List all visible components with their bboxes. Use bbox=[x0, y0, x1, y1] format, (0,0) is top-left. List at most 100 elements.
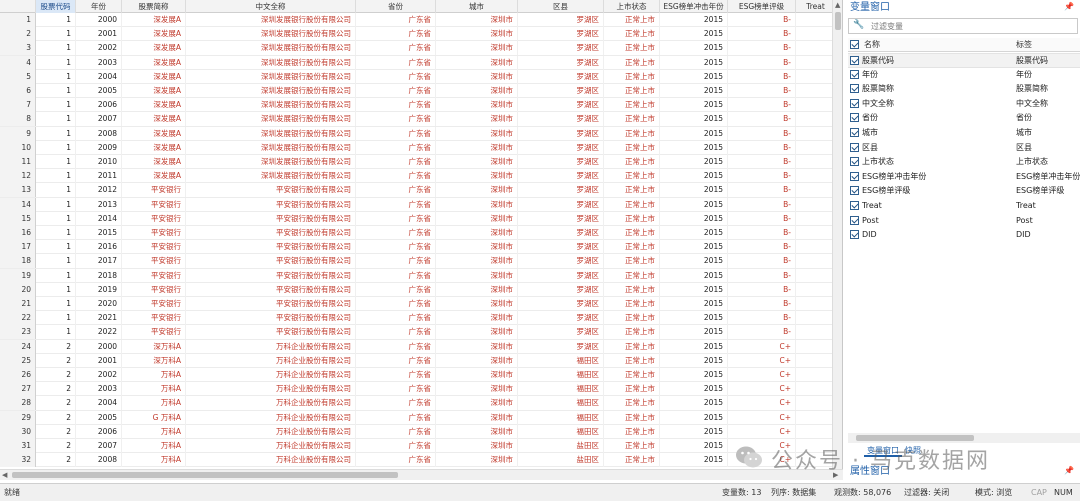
cell-listing-status[interactable]: 正常上市 bbox=[604, 55, 660, 70]
cell-esg-grade[interactable]: C+ bbox=[728, 339, 796, 354]
row-number[interactable]: 18 bbox=[0, 254, 36, 269]
cell-district[interactable]: 罗湖区 bbox=[518, 325, 604, 340]
cell-listing-status[interactable]: 正常上市 bbox=[604, 268, 660, 283]
cell-stock-code[interactable]: 1 bbox=[36, 297, 76, 311]
cell-short-name[interactable]: 深发展A bbox=[122, 84, 186, 98]
row-number[interactable]: 22 bbox=[0, 311, 36, 326]
cell-short-name[interactable]: 万科A bbox=[122, 453, 186, 468]
cell-short-name[interactable]: 深发展A bbox=[122, 27, 186, 42]
cell-listing-status[interactable]: 正常上市 bbox=[604, 453, 660, 468]
cell-province[interactable]: 广东省 bbox=[356, 382, 436, 397]
cell-esg-year[interactable]: 2015 bbox=[660, 453, 728, 468]
cell-esg-grade[interactable]: B- bbox=[728, 226, 796, 240]
cell-year[interactable]: 2007 bbox=[76, 439, 122, 453]
cell-city[interactable]: 深圳市 bbox=[436, 268, 518, 283]
cell-esg-grade[interactable]: C+ bbox=[728, 396, 796, 411]
cell-full-name[interactable]: 平安银行股份有限公司 bbox=[186, 268, 356, 283]
cell-province[interactable]: 广东省 bbox=[356, 453, 436, 468]
cell-listing-status[interactable]: 正常上市 bbox=[604, 197, 660, 212]
cell-district[interactable]: 罗湖区 bbox=[518, 41, 604, 56]
grid-horizontal-scrollbar[interactable]: ◀ ▶ bbox=[0, 469, 843, 480]
cell-esg-year[interactable]: 2015 bbox=[660, 112, 728, 127]
row-number[interactable]: 23 bbox=[0, 325, 36, 340]
cell-province[interactable]: 广东省 bbox=[356, 13, 436, 27]
variable-row[interactable]: 年份 年份 bbox=[848, 68, 1080, 83]
cell-stock-code[interactable]: 1 bbox=[36, 55, 76, 70]
row-number[interactable]: 11 bbox=[0, 155, 36, 169]
cell-province[interactable]: 广东省 bbox=[356, 240, 436, 255]
cell-district[interactable]: 罗湖区 bbox=[518, 69, 604, 84]
table-row[interactable]: 19 1 2018 平安银行 平安银行股份有限公司 广东省 深圳市 罗湖区 正常上市 2015 B- bbox=[0, 268, 832, 283]
cell-esg-grade[interactable]: C+ bbox=[728, 353, 796, 368]
cell-esg-grade[interactable]: C+ bbox=[728, 410, 796, 425]
cell-listing-status[interactable]: 正常上市 bbox=[604, 27, 660, 42]
cell-esg-year[interactable]: 2015 bbox=[660, 84, 728, 98]
variable-checkbox[interactable] bbox=[850, 128, 859, 137]
variable-checkbox[interactable] bbox=[850, 157, 859, 167]
cell-district[interactable]: 盐田区 bbox=[518, 439, 604, 453]
cell-city[interactable]: 深圳市 bbox=[436, 382, 518, 397]
cell-listing-status[interactable]: 正常上市 bbox=[604, 98, 660, 113]
cell-short-name[interactable]: 深发展A bbox=[122, 69, 186, 84]
name-column-header[interactable]: 名称 bbox=[864, 38, 880, 52]
cell-year[interactable]: 2005 bbox=[76, 84, 122, 98]
table-row[interactable]: 30 2 2006 万科A 万科企业股份有限公司 广东省 深圳市 福田区 正常上市 2015 C+ bbox=[0, 424, 832, 439]
cell-district[interactable]: 罗湖区 bbox=[518, 197, 604, 212]
cell-listing-status[interactable]: 正常上市 bbox=[604, 13, 660, 27]
cell-stock-code[interactable]: 2 bbox=[36, 353, 76, 368]
cell-full-name[interactable]: 万科企业股份有限公司 bbox=[186, 424, 356, 439]
cell-district[interactable]: 罗湖区 bbox=[518, 211, 604, 226]
column-header[interactable]: 省份 bbox=[356, 0, 436, 13]
cell-esg-year[interactable]: 2015 bbox=[660, 211, 728, 226]
cell-listing-status[interactable]: 正常上市 bbox=[604, 69, 660, 84]
row-number[interactable]: 15 bbox=[0, 211, 36, 226]
cell-province[interactable]: 广东省 bbox=[356, 98, 436, 113]
cell-year[interactable]: 2010 bbox=[76, 155, 122, 169]
variable-row[interactable]: ESG榜单评级 ESG榜单评级 bbox=[848, 184, 1080, 199]
cell-stock-code[interactable]: 1 bbox=[36, 197, 76, 212]
cell-district[interactable]: 罗湖区 bbox=[518, 169, 604, 184]
cell-esg-grade[interactable]: C+ bbox=[728, 382, 796, 397]
variable-row[interactable]: 中文全称 中文全称 bbox=[848, 97, 1080, 112]
cell-short-name[interactable]: 深发展A bbox=[122, 169, 186, 184]
cell-full-name[interactable]: 平安银行股份有限公司 bbox=[186, 297, 356, 311]
cell-city[interactable]: 深圳市 bbox=[436, 226, 518, 240]
cell-esg-year[interactable]: 2015 bbox=[660, 254, 728, 269]
row-number[interactable]: 2 bbox=[0, 27, 36, 42]
cell-listing-status[interactable]: 正常上市 bbox=[604, 226, 660, 240]
cell-full-name[interactable]: 深圳发展银行股份有限公司 bbox=[186, 112, 356, 127]
cell-esg-grade[interactable]: B- bbox=[728, 325, 796, 340]
cell-full-name[interactable]: 万科企业股份有限公司 bbox=[186, 382, 356, 397]
cell-province[interactable]: 广东省 bbox=[356, 55, 436, 70]
table-row[interactable]: 12 1 2011 深发展A 深圳发展银行股份有限公司 广东省 深圳市 罗湖区 正常上市 2015… bbox=[0, 169, 832, 184]
cell-year[interactable]: 2014 bbox=[76, 211, 122, 226]
cell-listing-status[interactable]: 正常上市 bbox=[604, 155, 660, 169]
cell-esg-grade[interactable]: B- bbox=[728, 126, 796, 141]
table-row[interactable]: 17 1 2016 平安银行 平安银行股份有限公司 广东省 深圳市 罗湖区 正常上市 2015 B- bbox=[0, 240, 832, 255]
cell-full-name[interactable]: 平安银行股份有限公司 bbox=[186, 282, 356, 297]
table-row[interactable]: 31 2 2007 万科A 万科企业股份有限公司 广东省 深圳市 盐田区 正常上市 2015 C+ bbox=[0, 439, 832, 454]
cell-esg-year[interactable]: 2015 bbox=[660, 27, 728, 42]
cell-city[interactable]: 深圳市 bbox=[436, 140, 518, 155]
cell-esg-grade[interactable]: B- bbox=[728, 183, 796, 198]
cell-esg-grade[interactable]: B- bbox=[728, 98, 796, 113]
table-row[interactable]: 27 2 2003 万科A 万科企业股份有限公司 广东省 深圳市 福田区 正常上市 2015 C+ bbox=[0, 382, 832, 397]
cell-district[interactable]: 罗湖区 bbox=[518, 55, 604, 70]
cell-city[interactable]: 深圳市 bbox=[436, 69, 518, 84]
cell-year[interactable]: 2011 bbox=[76, 169, 122, 184]
cell-year[interactable]: 2004 bbox=[76, 69, 122, 84]
cell-district[interactable]: 罗湖区 bbox=[518, 112, 604, 127]
cell-esg-year[interactable]: 2015 bbox=[660, 197, 728, 212]
cell-province[interactable]: 广东省 bbox=[356, 197, 436, 212]
cell-short-name[interactable]: 平安银行 bbox=[122, 226, 186, 240]
cell-esg-grade[interactable]: C+ bbox=[728, 368, 796, 382]
cell-district[interactable]: 福田区 bbox=[518, 396, 604, 411]
cell-listing-status[interactable]: 正常上市 bbox=[604, 382, 660, 397]
table-row[interactable]: 6 1 2005 深发展A 深圳发展银行股份有限公司 广东省 深圳市 罗湖区 正常上市 2015 B… bbox=[0, 84, 832, 99]
row-number[interactable]: 30 bbox=[0, 424, 36, 439]
cell-short-name[interactable]: 平安银行 bbox=[122, 240, 186, 255]
cell-stock-code[interactable]: 1 bbox=[36, 13, 76, 27]
cell-listing-status[interactable]: 正常上市 bbox=[604, 282, 660, 297]
cell-listing-status[interactable]: 正常上市 bbox=[604, 84, 660, 98]
cell-listing-status[interactable]: 正常上市 bbox=[604, 126, 660, 141]
